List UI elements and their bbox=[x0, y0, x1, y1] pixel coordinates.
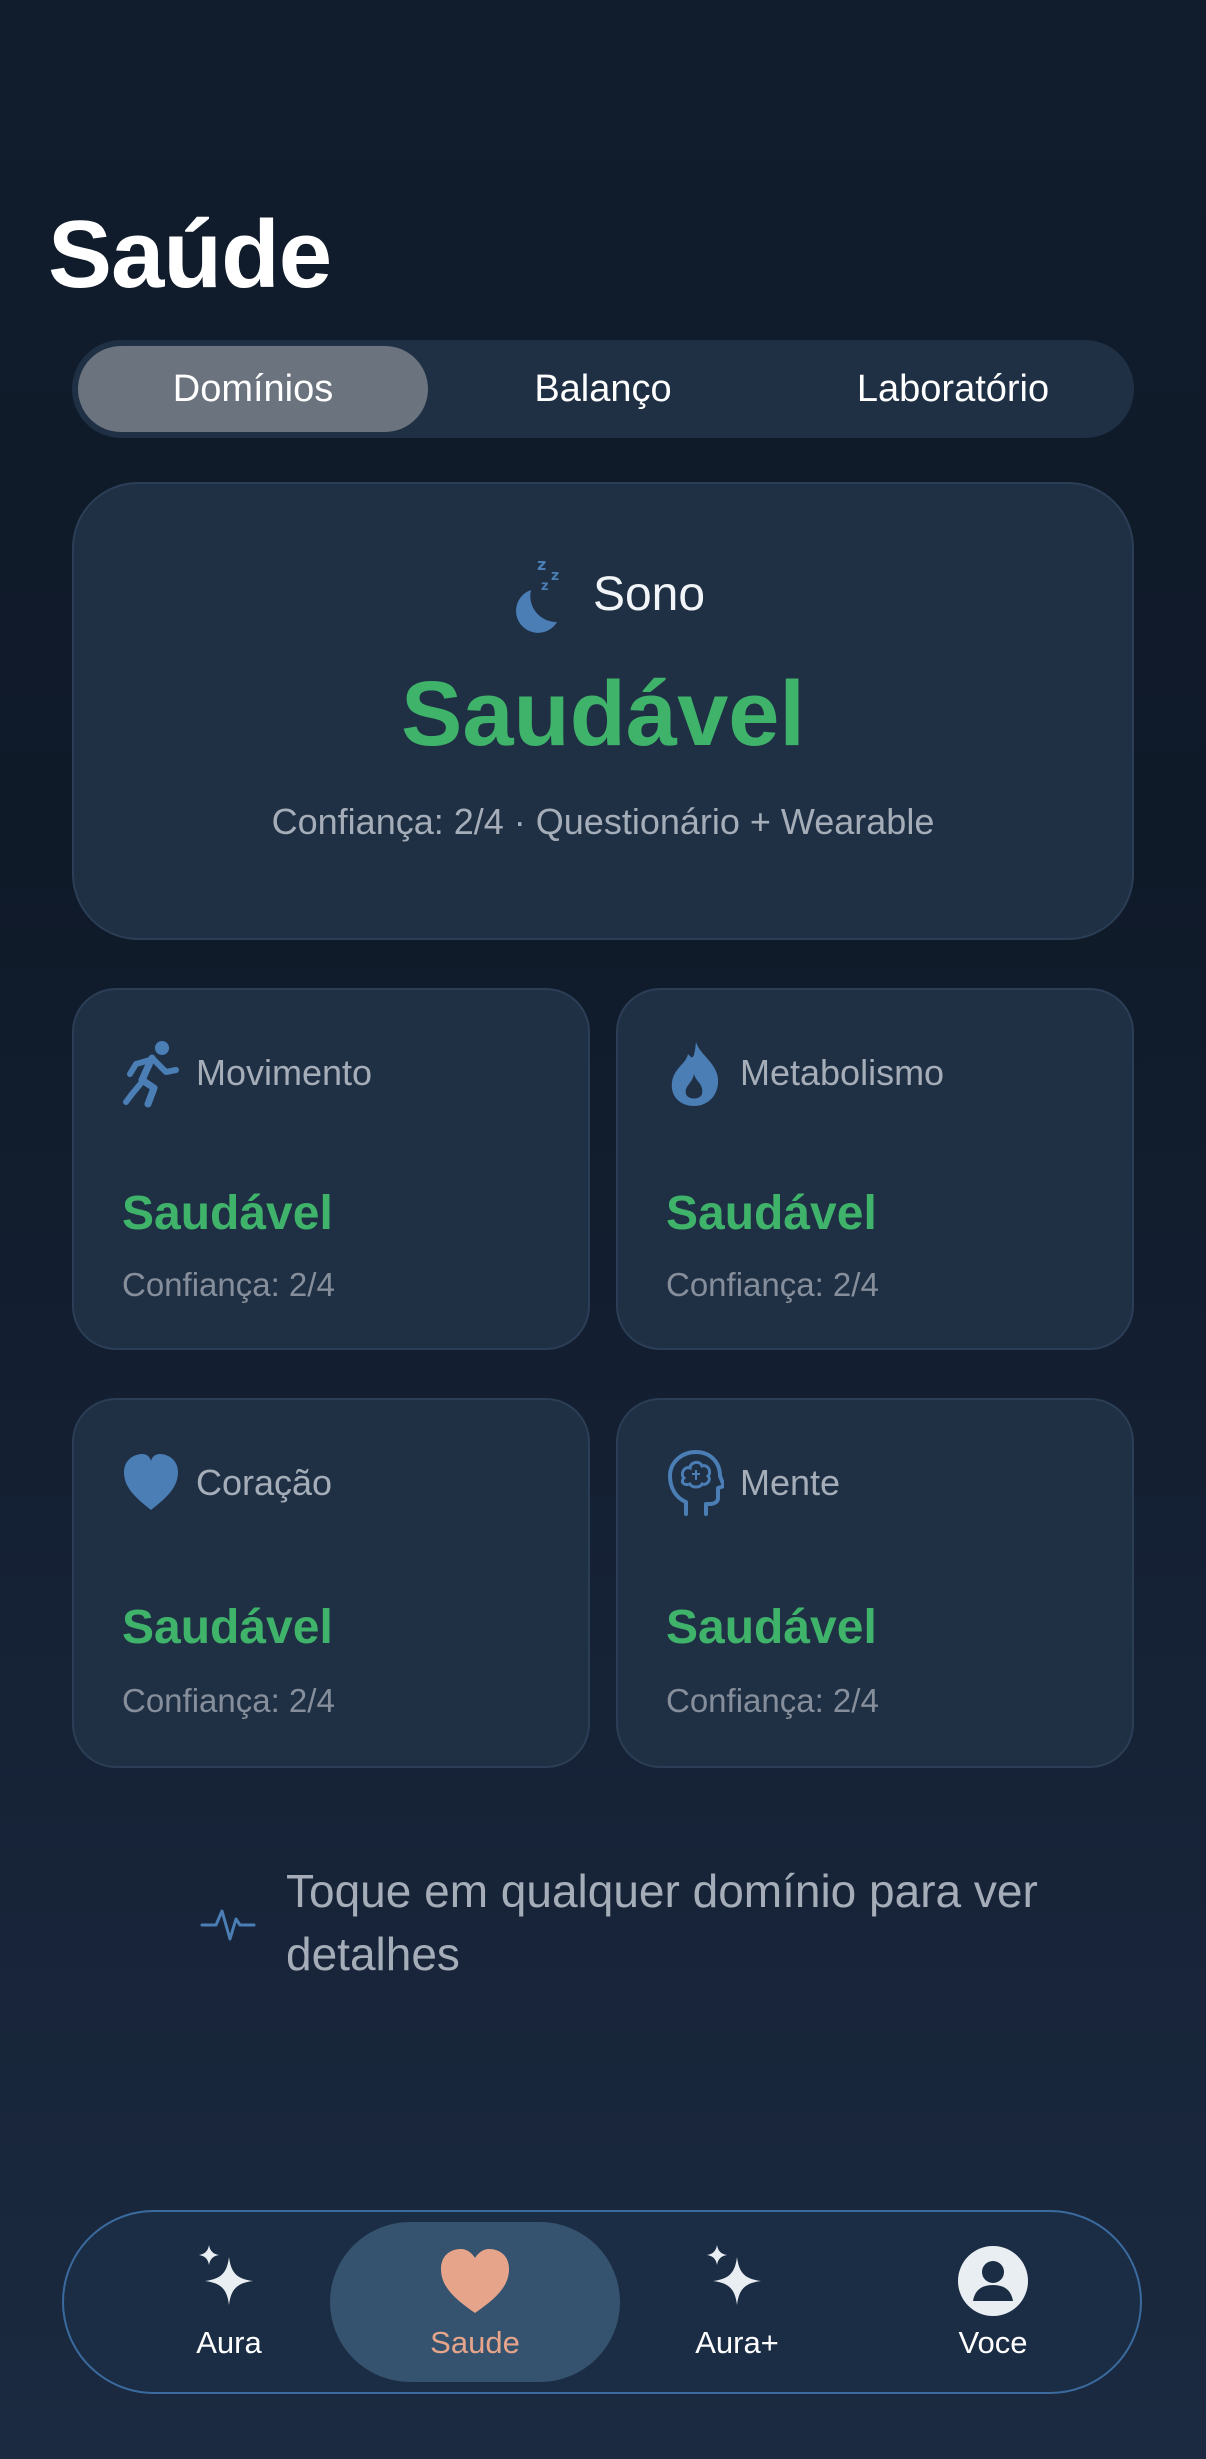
nav-label: Saude bbox=[430, 2325, 520, 2360]
separator-dot: · bbox=[513, 801, 526, 842]
nav-item-aura-plus[interactable]: Aura+ bbox=[592, 2222, 882, 2382]
hero-confidence: Confiança: 2/4 bbox=[271, 801, 504, 842]
tab-dominios[interactable]: Domínios bbox=[78, 346, 428, 432]
card-status: Saudável bbox=[122, 1601, 333, 1654]
nav-item-voce[interactable]: Voce bbox=[848, 2222, 1138, 2382]
card-label: Mente bbox=[740, 1462, 841, 1503]
pulse-icon bbox=[200, 1909, 256, 1941]
nav-label: Aura bbox=[196, 2325, 262, 2360]
nav-item-saude[interactable]: Saude bbox=[330, 2222, 620, 2382]
domain-card-movimento[interactable]: Movimento Saudável Confiança: 2/4 bbox=[72, 988, 590, 1350]
person-circle-icon bbox=[958, 2246, 1028, 2316]
nav-label: Aura+ bbox=[695, 2325, 779, 2360]
svg-text:z: z bbox=[541, 579, 549, 594]
hint-text: Toque em qualquer domínio para ver detal… bbox=[286, 1865, 1038, 1980]
card-confidence: Confiança: 2/4 bbox=[666, 1682, 879, 1719]
page-title: Saúde bbox=[48, 201, 332, 308]
svg-text:z: z bbox=[537, 555, 546, 574]
card-confidence: Confiança: 2/4 bbox=[122, 1682, 335, 1719]
hint-message: Toque em qualquer domínio para ver detal… bbox=[200, 1860, 1060, 1985]
sparkles-icon bbox=[199, 2245, 253, 2305]
heart-icon bbox=[124, 1454, 178, 1510]
tab-balanco[interactable]: Balanço bbox=[428, 346, 778, 432]
flame-icon bbox=[671, 1042, 719, 1106]
card-label: Movimento bbox=[196, 1052, 373, 1093]
hero-confidence-line: Confiança: 2/4 · Questionário + Wearable bbox=[272, 801, 935, 843]
domain-card-mente[interactable]: Mente Saudável Confiança: 2/4 bbox=[616, 1398, 1134, 1768]
sleep-domain-card[interactable]: z z z Sono Saudável Confiança: 2/4 · Quest… bbox=[72, 482, 1134, 940]
brain-head-icon bbox=[668, 1450, 724, 1516]
sparkles-icon bbox=[707, 2245, 761, 2305]
nav-label: Voce bbox=[958, 2325, 1028, 2360]
card-label: Coração bbox=[196, 1462, 333, 1503]
card-status: Saudável bbox=[666, 1187, 877, 1240]
segmented-control: Domínios Balanço Laboratório bbox=[72, 340, 1134, 438]
card-status: Saudável bbox=[122, 1187, 333, 1240]
domain-card-coracao[interactable]: Coração Saudável Confiança: 2/4 bbox=[72, 1398, 590, 1768]
heart-icon bbox=[441, 2249, 509, 2313]
hero-source: Questionário + Wearable bbox=[535, 801, 935, 842]
hero-domain-name: Sono bbox=[592, 567, 706, 621]
tab-laboratorio[interactable]: Laboratório bbox=[778, 346, 1128, 432]
domain-card-metabolismo[interactable]: Metabolismo Saudável Confiança: 2/4 bbox=[616, 988, 1134, 1350]
bottom-navigation: Aura Saude Aura+ Voce bbox=[62, 2210, 1142, 2394]
card-confidence: Confiança: 2/4 bbox=[122, 1266, 335, 1303]
hero-status: Saudável bbox=[401, 663, 805, 765]
card-label: Metabolismo bbox=[740, 1052, 945, 1093]
sleep-moon-icon: z z z bbox=[515, 555, 559, 633]
card-confidence: Confiança: 2/4 bbox=[666, 1266, 879, 1303]
running-icon bbox=[123, 1041, 179, 1108]
svg-text:z: z bbox=[551, 568, 559, 584]
card-status: Saudável bbox=[666, 1601, 877, 1654]
